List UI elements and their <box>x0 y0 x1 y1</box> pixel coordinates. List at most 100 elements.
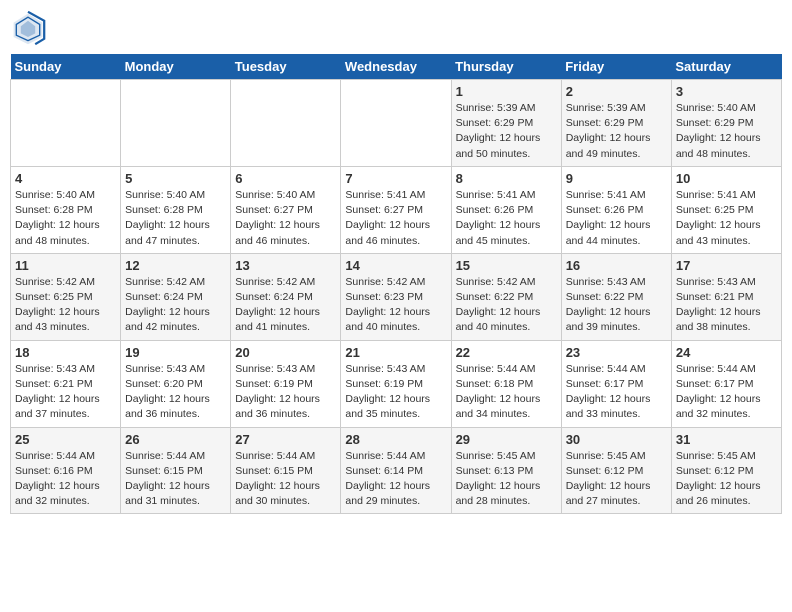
day-number: 6 <box>235 171 336 186</box>
logo-icon <box>10 10 46 46</box>
column-header-wednesday: Wednesday <box>341 54 451 80</box>
day-cell: 22 Sunrise: 5:44 AM Sunset: 6:18 PM Dayli… <box>451 340 561 427</box>
day-cell: 13Sunrise: 5:42 AM Sunset: 6:24 PM Dayli… <box>231 253 341 340</box>
week-row-2: 4 Sunrise: 5:40 AM Sunset: 6:28 PM Daylig… <box>11 166 782 253</box>
day-info: Sunrise: 5:43 AM Sunset: 6:21 PM Dayligh… <box>15 362 116 423</box>
day-cell: 14 Sunrise: 5:42 AM Sunset: 6:23 PM Dayli… <box>341 253 451 340</box>
day-cell: 26 Sunrise: 5:44 AM Sunset: 6:15 PM Dayli… <box>121 427 231 514</box>
day-cell: 21 Sunrise: 5:43 AM Sunset: 6:19 PM Dayli… <box>341 340 451 427</box>
logo <box>10 10 50 46</box>
day-number: 29 <box>456 432 557 447</box>
day-cell: 16Sunrise: 5:43 AM Sunset: 6:22 PM Dayli… <box>561 253 671 340</box>
day-cell <box>341 80 451 167</box>
column-header-monday: Monday <box>121 54 231 80</box>
day-cell: 31 Sunrise: 5:45 AM Sunset: 6:12 PM Dayli… <box>671 427 781 514</box>
day-cell <box>231 80 341 167</box>
day-cell: 6 Sunrise: 5:40 AM Sunset: 6:27 PM Daylig… <box>231 166 341 253</box>
day-number: 21 <box>345 345 446 360</box>
day-info: Sunrise: 5:45 AM Sunset: 6:12 PM Dayligh… <box>676 449 777 510</box>
day-cell: 30 Sunrise: 5:45 AM Sunset: 6:12 PM Dayli… <box>561 427 671 514</box>
day-info: Sunrise: 5:44 AM Sunset: 6:18 PM Dayligh… <box>456 362 557 423</box>
week-row-1: 1 Sunrise: 5:39 AM Sunset: 6:29 PM Daylig… <box>11 80 782 167</box>
day-number: 9 <box>566 171 667 186</box>
day-info: Sunrise: 5:40 AM Sunset: 6:28 PM Dayligh… <box>15 188 116 249</box>
day-number: 4 <box>15 171 116 186</box>
column-header-saturday: Saturday <box>671 54 781 80</box>
page-header <box>10 10 782 46</box>
day-info: Sunrise: 5:44 AM Sunset: 6:17 PM Dayligh… <box>566 362 667 423</box>
day-number: 27 <box>235 432 336 447</box>
day-number: 26 <box>125 432 226 447</box>
day-info: Sunrise: 5:41 AM Sunset: 6:27 PM Dayligh… <box>345 188 446 249</box>
day-info: Sunrise: 5:44 AM Sunset: 6:15 PM Dayligh… <box>235 449 336 510</box>
column-header-friday: Friday <box>561 54 671 80</box>
day-info: Sunrise: 5:40 AM Sunset: 6:28 PM Dayligh… <box>125 188 226 249</box>
day-number: 2 <box>566 84 667 99</box>
day-number: 19 <box>125 345 226 360</box>
day-info: Sunrise: 5:40 AM Sunset: 6:29 PM Dayligh… <box>676 101 777 162</box>
calendar-table: SundayMondayTuesdayWednesdayThursdayFrid… <box>10 54 782 514</box>
day-cell: 1 Sunrise: 5:39 AM Sunset: 6:29 PM Daylig… <box>451 80 561 167</box>
day-number: 3 <box>676 84 777 99</box>
week-row-5: 25Sunrise: 5:44 AM Sunset: 6:16 PM Dayli… <box>11 427 782 514</box>
day-cell: 20 Sunrise: 5:43 AM Sunset: 6:19 PM Dayli… <box>231 340 341 427</box>
day-info: Sunrise: 5:41 AM Sunset: 6:25 PM Dayligh… <box>676 188 777 249</box>
day-info: Sunrise: 5:44 AM Sunset: 6:16 PM Dayligh… <box>15 449 116 510</box>
day-cell <box>11 80 121 167</box>
day-info: Sunrise: 5:44 AM Sunset: 6:14 PM Dayligh… <box>345 449 446 510</box>
day-info: Sunrise: 5:45 AM Sunset: 6:13 PM Dayligh… <box>456 449 557 510</box>
day-info: Sunrise: 5:39 AM Sunset: 6:29 PM Dayligh… <box>456 101 557 162</box>
day-info: Sunrise: 5:42 AM Sunset: 6:24 PM Dayligh… <box>235 275 336 336</box>
day-info: Sunrise: 5:43 AM Sunset: 6:20 PM Dayligh… <box>125 362 226 423</box>
day-number: 20 <box>235 345 336 360</box>
week-row-3: 11 Sunrise: 5:42 AM Sunset: 6:25 PM Dayli… <box>11 253 782 340</box>
day-cell: 12Sunrise: 5:42 AM Sunset: 6:24 PM Dayli… <box>121 253 231 340</box>
day-info: Sunrise: 5:42 AM Sunset: 6:23 PM Dayligh… <box>345 275 446 336</box>
column-header-sunday: Sunday <box>11 54 121 80</box>
day-cell: 3 Sunrise: 5:40 AM Sunset: 6:29 PM Daylig… <box>671 80 781 167</box>
day-info: Sunrise: 5:41 AM Sunset: 6:26 PM Dayligh… <box>566 188 667 249</box>
day-info: Sunrise: 5:42 AM Sunset: 6:25 PM Dayligh… <box>15 275 116 336</box>
day-cell: 10 Sunrise: 5:41 AM Sunset: 6:25 PM Dayli… <box>671 166 781 253</box>
day-number: 23 <box>566 345 667 360</box>
column-header-thursday: Thursday <box>451 54 561 80</box>
day-number: 12 <box>125 258 226 273</box>
week-row-4: 18Sunrise: 5:43 AM Sunset: 6:21 PM Dayli… <box>11 340 782 427</box>
day-cell: 4 Sunrise: 5:40 AM Sunset: 6:28 PM Daylig… <box>11 166 121 253</box>
day-info: Sunrise: 5:45 AM Sunset: 6:12 PM Dayligh… <box>566 449 667 510</box>
day-info: Sunrise: 5:42 AM Sunset: 6:22 PM Dayligh… <box>456 275 557 336</box>
day-info: Sunrise: 5:43 AM Sunset: 6:22 PM Dayligh… <box>566 275 667 336</box>
day-info: Sunrise: 5:41 AM Sunset: 6:26 PM Dayligh… <box>456 188 557 249</box>
day-info: Sunrise: 5:43 AM Sunset: 6:19 PM Dayligh… <box>345 362 446 423</box>
day-cell: 7 Sunrise: 5:41 AM Sunset: 6:27 PM Daylig… <box>341 166 451 253</box>
day-cell: 9 Sunrise: 5:41 AM Sunset: 6:26 PM Daylig… <box>561 166 671 253</box>
day-info: Sunrise: 5:43 AM Sunset: 6:19 PM Dayligh… <box>235 362 336 423</box>
day-number: 17 <box>676 258 777 273</box>
day-cell: 2 Sunrise: 5:39 AM Sunset: 6:29 PM Daylig… <box>561 80 671 167</box>
day-number: 15 <box>456 258 557 273</box>
day-number: 1 <box>456 84 557 99</box>
day-cell: 19 Sunrise: 5:43 AM Sunset: 6:20 PM Dayli… <box>121 340 231 427</box>
day-info: Sunrise: 5:40 AM Sunset: 6:27 PM Dayligh… <box>235 188 336 249</box>
day-cell: 5Sunrise: 5:40 AM Sunset: 6:28 PM Daylig… <box>121 166 231 253</box>
day-number: 10 <box>676 171 777 186</box>
day-info: Sunrise: 5:44 AM Sunset: 6:15 PM Dayligh… <box>125 449 226 510</box>
column-header-tuesday: Tuesday <box>231 54 341 80</box>
day-number: 31 <box>676 432 777 447</box>
day-number: 11 <box>15 258 116 273</box>
day-number: 30 <box>566 432 667 447</box>
day-info: Sunrise: 5:43 AM Sunset: 6:21 PM Dayligh… <box>676 275 777 336</box>
day-cell: 27 Sunrise: 5:44 AM Sunset: 6:15 PM Dayli… <box>231 427 341 514</box>
day-cell: 18Sunrise: 5:43 AM Sunset: 6:21 PM Dayli… <box>11 340 121 427</box>
day-number: 22 <box>456 345 557 360</box>
day-number: 24 <box>676 345 777 360</box>
header-row: SundayMondayTuesdayWednesdayThursdayFrid… <box>11 54 782 80</box>
day-cell: 28 Sunrise: 5:44 AM Sunset: 6:14 PM Dayli… <box>341 427 451 514</box>
day-number: 28 <box>345 432 446 447</box>
day-cell: 29 Sunrise: 5:45 AM Sunset: 6:13 PM Dayli… <box>451 427 561 514</box>
day-number: 14 <box>345 258 446 273</box>
day-number: 7 <box>345 171 446 186</box>
day-info: Sunrise: 5:44 AM Sunset: 6:17 PM Dayligh… <box>676 362 777 423</box>
day-cell: 11 Sunrise: 5:42 AM Sunset: 6:25 PM Dayli… <box>11 253 121 340</box>
day-info: Sunrise: 5:39 AM Sunset: 6:29 PM Dayligh… <box>566 101 667 162</box>
